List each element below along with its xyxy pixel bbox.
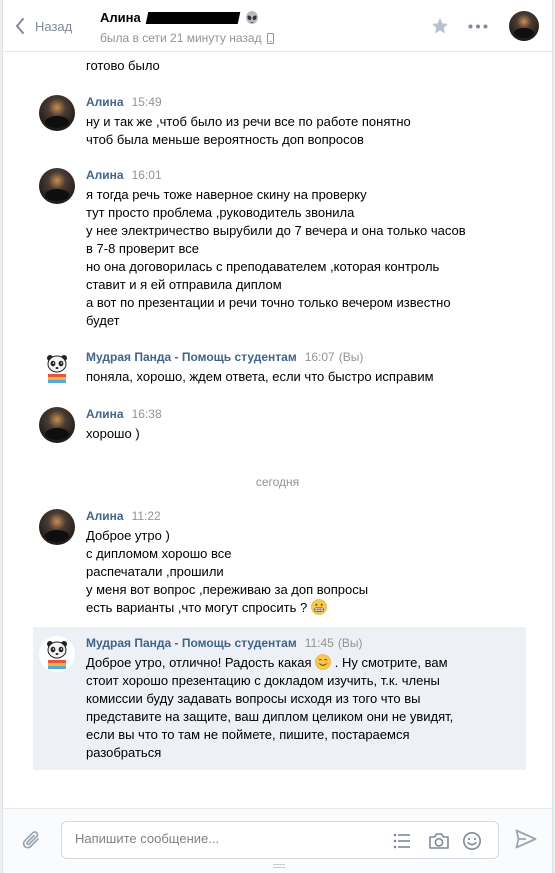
message-input[interactable]: [75, 831, 375, 846]
message-meta: Алина 16:01: [86, 168, 162, 186]
message-line-text: Доброе утро, отлично! Радость какая: [86, 655, 312, 670]
message-line: распечатали ,прошили: [86, 564, 224, 579]
message-line: Доброе утро, отлично! Радость какая . Ну…: [86, 654, 453, 672]
send-icon[interactable]: [515, 829, 537, 849]
redacted-surname: [145, 11, 241, 24]
message-line: а вот по презентации и речи точно только…: [86, 295, 451, 310]
panda-icon: [39, 636, 75, 672]
avatar[interactable]: [39, 350, 75, 386]
message-history: готово было Алина 15:49 ну и так же ,что…: [3, 53, 552, 807]
message-time[interactable]: 16:07: [305, 350, 335, 364]
message-item[interactable]: Алина 16:38 хорошо ): [3, 407, 552, 447]
message-line: разобраться: [86, 745, 162, 760]
message-line: тут просто проблема ,руководитель звонил…: [86, 205, 355, 220]
author-name[interactable]: Мудрая Панда - Помощь студентам: [86, 636, 297, 650]
chat-window: Назад Алина была в сети 21 минуту назад: [2, 0, 553, 873]
more-icon[interactable]: [468, 24, 488, 29]
grimacing-emoji-icon: [311, 599, 327, 615]
message-meta: Алина 15:49: [86, 95, 162, 113]
star-icon[interactable]: [431, 17, 449, 35]
message-composer: [3, 808, 552, 873]
message-meta: Мудрая Панда - Помощь студентам 11:45 (В…: [86, 636, 362, 654]
avatar[interactable]: [39, 95, 75, 131]
avatar[interactable]: [39, 636, 75, 672]
message-text: готово было: [86, 58, 160, 73]
message-time[interactable]: 16:38: [132, 407, 162, 421]
message-line: у нее электричество вырубили до 7 вечера…: [86, 223, 466, 238]
message-line: есть варианты ,что могут спросить ?: [86, 599, 368, 617]
message-line-text: есть варианты ,что могут спросить ?: [86, 600, 308, 615]
panda-icon: [39, 350, 75, 386]
chevron-left-icon: [16, 18, 24, 34]
message-text: Доброе утро, отлично! Радость какая . Ну…: [86, 654, 453, 762]
message-line: стоит хорошо презентацию с докладом изуч…: [86, 673, 440, 688]
avatar[interactable]: [39, 168, 75, 204]
resize-handle[interactable]: [273, 864, 285, 870]
you-label: (Вы): [338, 350, 364, 364]
message-text: Доброе утро ) с дипломом хорошо все расп…: [86, 527, 368, 617]
camera-icon[interactable]: [428, 831, 450, 851]
message-meta: Алина 16:38: [86, 407, 162, 425]
message-time[interactable]: 15:49: [132, 95, 162, 109]
smiling-emoji-icon: [315, 654, 331, 670]
message-item-selected[interactable]: Мудрая Панда - Помощь студентам 11:45 (В…: [33, 627, 526, 770]
author-name[interactable]: Алина: [86, 407, 124, 421]
message-text: хорошо ): [86, 425, 140, 443]
peer-name-text: Алина: [100, 10, 141, 25]
message-text: поняла, хорошо, ждем ответа, если что бы…: [86, 368, 434, 386]
mobile-icon: [266, 32, 274, 44]
message-line: у меня вот вопрос ,переживаю за доп вопр…: [86, 582, 369, 597]
message-time[interactable]: 16:01: [132, 168, 162, 182]
message-time[interactable]: 11:45: [305, 636, 334, 650]
author-name[interactable]: Алина: [86, 509, 124, 523]
online-status: была в сети 21 минуту назад: [100, 31, 274, 45]
message-line: комиссии буду задавать вопросы исходя из…: [86, 691, 421, 706]
message-meta: Алина 11:22: [86, 509, 161, 527]
peer-name[interactable]: Алина: [100, 10, 259, 25]
avatar[interactable]: [39, 509, 75, 545]
avatar[interactable]: [39, 407, 75, 443]
paperclip-icon[interactable]: [21, 829, 43, 853]
message-line: Доброе утро ): [86, 528, 170, 543]
message-line: поняла, хорошо, ждем ответа, если что бы…: [86, 369, 434, 384]
online-status-text: была в сети 21 минуту назад: [100, 31, 262, 45]
message-line: чтоб была меньше вероятность доп вопросо…: [86, 132, 364, 147]
message-input-box[interactable]: [61, 821, 499, 859]
message-item[interactable]: Алина 16:01 я тогда речь тоже наверное с…: [3, 168, 552, 330]
message-item[interactable]: Мудрая Панда - Помощь студентам 16:07 (В…: [3, 350, 552, 390]
message-line: в 7-8 проверит все: [86, 241, 199, 256]
you-label: (Вы): [337, 636, 363, 650]
message-text: я тогда речь тоже наверное скину на пров…: [86, 186, 466, 330]
message-line: но она договорилась с преподавателем ,ко…: [86, 259, 440, 274]
message-line-text: . Ну смотрите, вам: [334, 655, 448, 670]
message-meta: Мудрая Панда - Помощь студентам 16:07 (В…: [86, 350, 363, 368]
author-name[interactable]: Алина: [86, 95, 124, 109]
author-name[interactable]: Мудрая Панда - Помощь студентам: [86, 350, 297, 364]
message-line: будет: [86, 313, 120, 328]
message-line: хорошо ): [86, 426, 140, 441]
alien-emoji-icon: [245, 10, 258, 24]
date-separator: сегодня: [255, 475, 300, 489]
emoji-smile-icon[interactable]: [462, 831, 482, 851]
chat-header: Назад Алина была в сети 21 минуту назад: [3, 0, 552, 52]
message-text: ну и так же ,чтоб было из речи все по ра…: [86, 113, 411, 149]
message-line: ну и так же ,чтоб было из речи все по ра…: [86, 114, 411, 129]
back-button[interactable]: Назад: [15, 14, 72, 38]
back-label: Назад: [35, 18, 73, 34]
message-time[interactable]: 11:22: [132, 509, 161, 523]
message-item[interactable]: Алина 15:49 ну и так же ,чтоб было из ре…: [3, 95, 552, 147]
message-line: представите на защите, ваш диплом целико…: [86, 709, 454, 724]
message-line: с дипломом хорошо все: [86, 546, 232, 561]
message-line: я тогда речь тоже наверное скину на пров…: [86, 187, 367, 202]
templates-list-icon[interactable]: [392, 831, 412, 851]
author-name[interactable]: Алина: [86, 168, 124, 182]
message-line: ставит и я ей отправила диплом: [86, 277, 282, 292]
message-line: если вы что то там не поймете, пишите, п…: [86, 727, 410, 742]
peer-avatar[interactable]: [509, 11, 539, 41]
message-item[interactable]: Алина 11:22 Доброе утро ) с дипломом хор…: [3, 509, 552, 619]
